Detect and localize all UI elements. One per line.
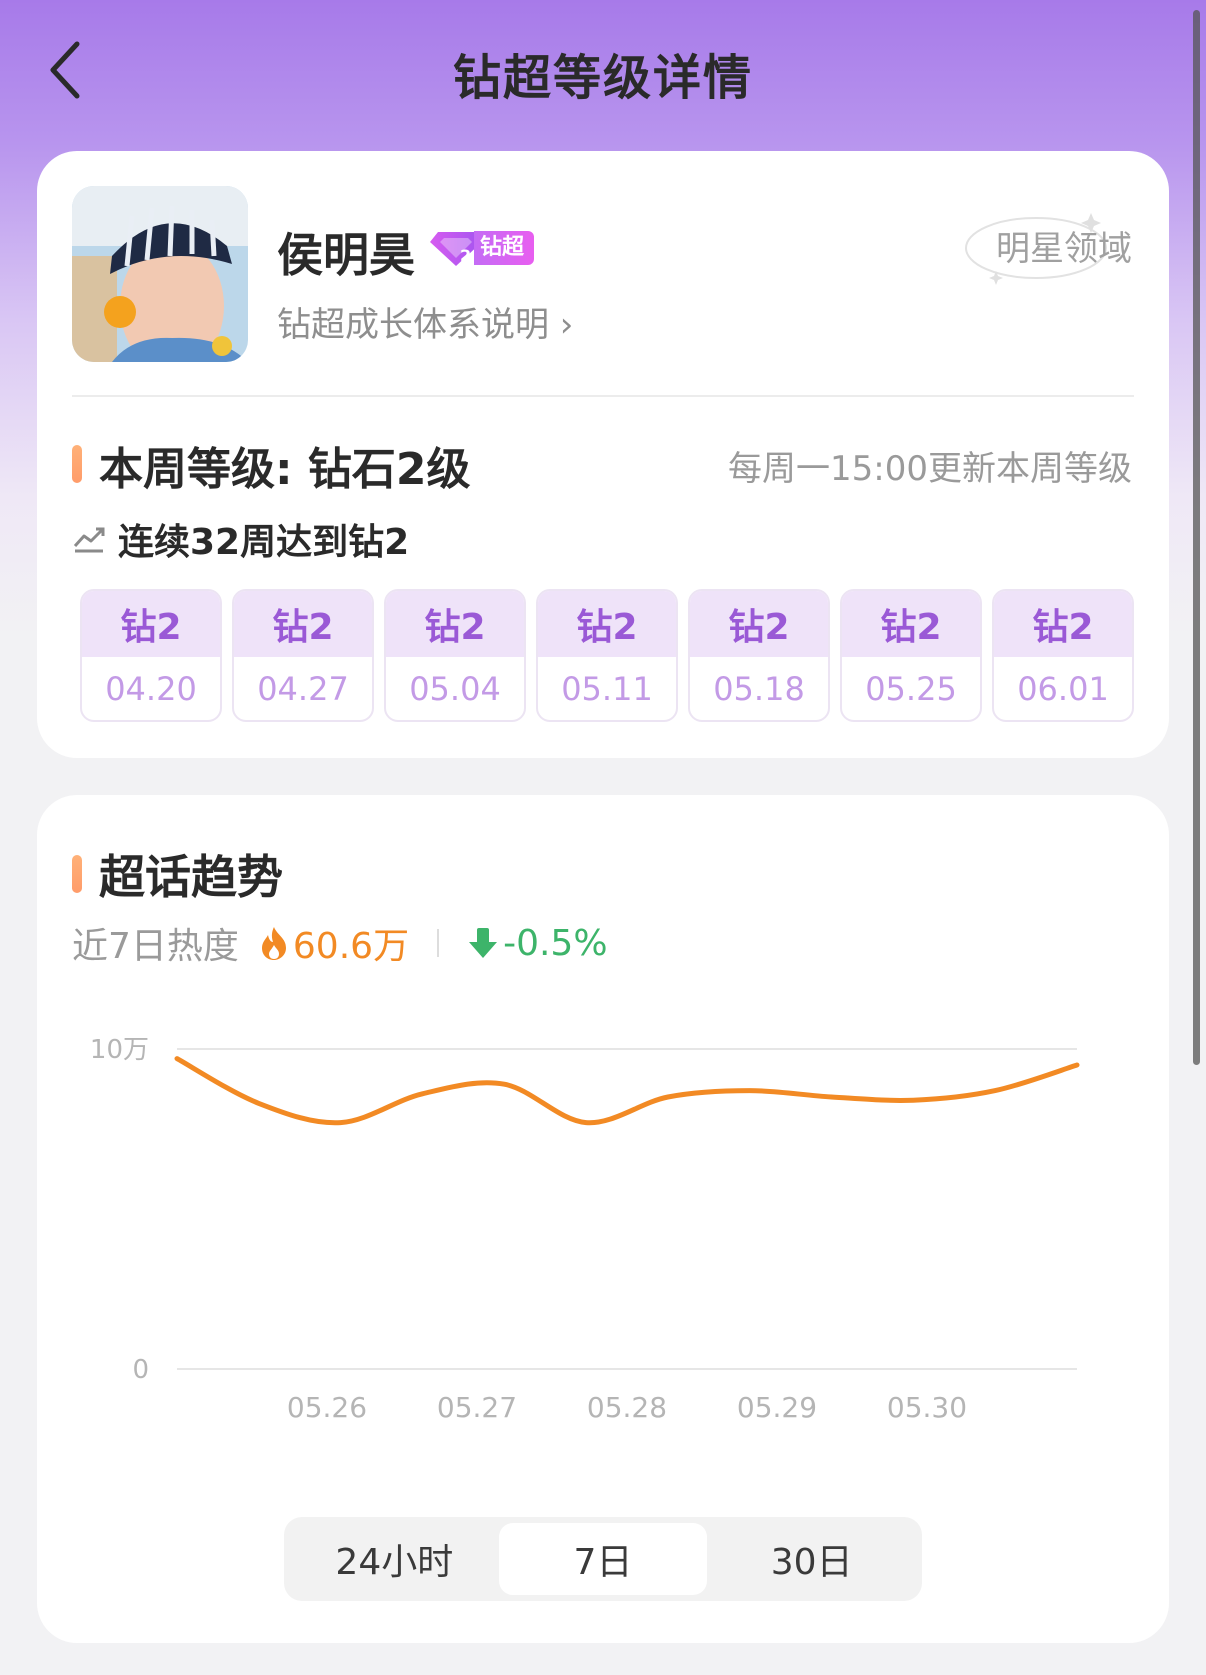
week-cell: 钻2 05.11 <box>536 589 678 722</box>
week-date: 04.27 <box>257 669 349 708</box>
streak-row: 连续32周达到钻2 <box>72 513 409 565</box>
section-marker <box>72 855 82 893</box>
trend-up-icon <box>73 527 105 553</box>
week-cell: 钻2 04.27 <box>232 589 374 722</box>
week-level: 钻2 <box>82 591 220 657</box>
week-date: 05.25 <box>865 669 957 708</box>
x-tick-label: 05.28 <box>587 1391 667 1424</box>
update-note: 每周一15:00更新本周等级 <box>728 449 1132 489</box>
heat-change: -0.5% <box>503 922 608 964</box>
week-cell: 钻2 05.04 <box>384 589 526 722</box>
range-toggle: 24小时 7日 30日 <box>284 1517 922 1601</box>
heat-value: 60.6万 <box>292 926 410 967</box>
scrollbar[interactable] <box>1193 10 1200 1065</box>
svg-text:2: 2 <box>460 246 471 265</box>
trend-title: 超话趋势 <box>99 850 283 904</box>
trend-card: 超话趋势 近7日热度 60.6万 -0.5% 10万 0 05.26 05.27 05.… <box>37 795 1169 1643</box>
week-level-title: 本周等级: 钻石2级 <box>99 444 471 495</box>
range-option-7d[interactable]: 7日 <box>498 1523 708 1595</box>
week-date: 05.18 <box>713 669 805 708</box>
week-date: 04.20 <box>105 669 197 708</box>
week-level: 钻2 <box>386 591 524 657</box>
week-level: 钻2 <box>842 591 980 657</box>
diamond-badge: 2 钻超 <box>430 229 535 267</box>
week-cell: 钻2 04.20 <box>80 589 222 722</box>
level-card: 侯明昊 2 钻超 钻超成长体系说明 › 明星领域 本周等级: 钻石2级 每周一1… <box>37 151 1169 758</box>
week-date: 06.01 <box>1017 669 1109 708</box>
nav-bar: 钻超等级详情 <box>0 0 1206 140</box>
divider <box>72 395 1134 397</box>
range-option-24h[interactable]: 24小时 <box>290 1523 499 1595</box>
week-date: 05.11 <box>561 669 653 708</box>
star-name: 侯明昊 <box>277 228 415 282</box>
growth-system-link[interactable]: 钻超成长体系说明 › <box>277 297 573 346</box>
week-level: 钻2 <box>994 591 1132 657</box>
x-tick-label: 05.29 <box>737 1391 817 1424</box>
badge-label: 钻超 <box>474 231 535 265</box>
week-cell: 钻2 05.25 <box>840 589 982 722</box>
week-cell: 钻2 06.01 <box>992 589 1134 722</box>
avatar[interactable] <box>72 186 248 362</box>
fire-icon <box>261 927 286 960</box>
week-cell: 钻2 05.18 <box>688 589 830 722</box>
heat-summary: 近7日热度 60.6万 -0.5% <box>72 913 608 973</box>
week-level: 钻2 <box>234 591 372 657</box>
range-option-30d[interactable]: 30日 <box>707 1523 916 1595</box>
y-tick-label: 0 <box>132 1355 149 1385</box>
domain-label[interactable]: 明星领域 <box>996 221 1132 270</box>
x-tick-label: 05.30 <box>887 1391 967 1424</box>
heat-label: 近7日热度 <box>72 926 239 967</box>
week-level: 钻2 <box>538 591 676 657</box>
week-date: 05.04 <box>409 669 501 708</box>
page-title: 钻超等级详情 <box>452 50 753 106</box>
streak-text: 连续32周达到钻2 <box>118 522 410 563</box>
x-tick-label: 05.26 <box>287 1391 367 1424</box>
arrow-down-icon <box>469 928 498 958</box>
trend-chart: 10万 0 05.26 05.27 05.28 05.29 05.30 <box>90 1035 1080 1424</box>
separator <box>437 929 440 957</box>
x-tick-label: 05.27 <box>437 1391 517 1424</box>
week-level: 钻2 <box>690 591 828 657</box>
y-tick-label: 10万 <box>90 1035 149 1065</box>
series-line <box>174 1056 1080 1126</box>
section-marker <box>72 445 82 483</box>
week-history-list: 钻2 04.20 钻2 04.27 钻2 05.04 钻2 05.11 钻2 0… <box>80 589 1134 722</box>
